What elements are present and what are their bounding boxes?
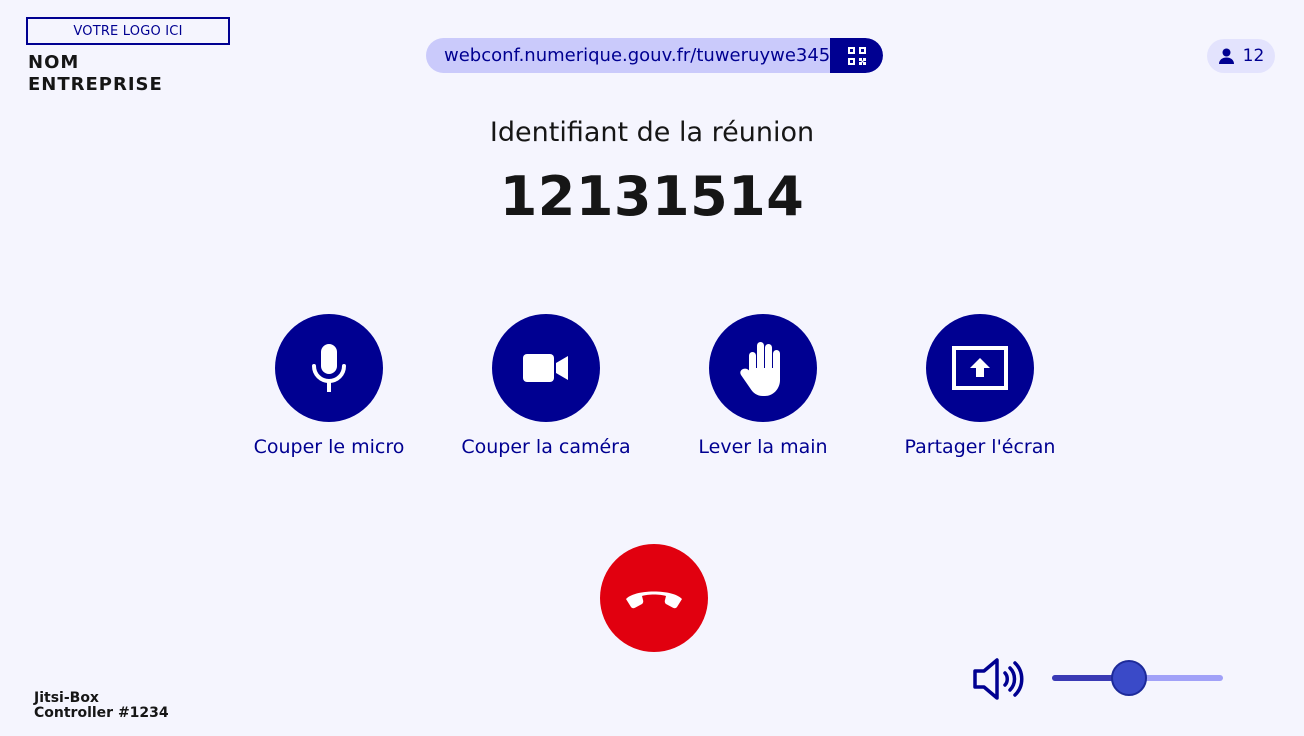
raise-hand-control[interactable]: Lever la main: [653, 314, 873, 458]
meeting-id-label: Identifiant de la réunion: [489, 117, 815, 148]
hang-up-button[interactable]: [600, 544, 708, 652]
share-screen-label: Partager l'écran: [904, 436, 1056, 458]
raise-hand-button[interactable]: [709, 314, 817, 422]
participants-count: 12: [1242, 46, 1265, 66]
meeting-id: 12131514: [499, 165, 805, 228]
raise-hand-icon: [740, 342, 780, 396]
device-controller-id: Controller #1234: [34, 705, 169, 721]
meeting-url-pill[interactable]: webconf.numerique.gouv.fr/tuweruywe345: [426, 38, 883, 73]
volume-slider[interactable]: [1052, 660, 1223, 696]
jitsi-controller-screen: VOTRE LOGO ICI NOM ENTREPRISE webconf.nu…: [0, 0, 1304, 736]
raise-hand-label: Lever la main: [698, 436, 828, 458]
qr-code-button[interactable]: [830, 38, 883, 73]
company-name: NOM ENTREPRISE: [28, 52, 163, 96]
company-name-line1: NOM: [28, 52, 80, 73]
company-name-line2: ENTREPRISE: [28, 74, 163, 95]
share-screen-icon: [952, 346, 1008, 390]
participants-badge[interactable]: 12: [1207, 39, 1275, 73]
mute-camera-label: Couper la caméra: [461, 436, 631, 458]
mute-camera-button[interactable]: [492, 314, 600, 422]
mute-mic-control[interactable]: Couper le micro: [219, 314, 439, 458]
logo-placeholder: VOTRE LOGO ICI: [26, 17, 230, 45]
mute-mic-label: Couper le micro: [253, 436, 405, 458]
qr-code-icon: [847, 46, 866, 65]
share-screen-button[interactable]: [926, 314, 1034, 422]
device-info: Jitsi-Box Controller #1234: [34, 691, 169, 721]
logo-placeholder-text: VOTRE LOGO ICI: [73, 23, 183, 39]
device-name: Jitsi-Box: [34, 690, 99, 706]
person-icon: [1218, 48, 1234, 64]
hang-up-phone-icon: [626, 591, 682, 609]
video-camera-icon: [523, 354, 568, 382]
share-screen-control[interactable]: Partager l'écran: [870, 314, 1090, 458]
mute-mic-button[interactable]: [275, 314, 383, 422]
volume-slider-thumb[interactable]: [1111, 660, 1147, 696]
speaker-volume-icon[interactable]: [972, 656, 1028, 702]
microphone-icon: [312, 344, 346, 392]
mute-camera-control[interactable]: Couper la caméra: [436, 314, 656, 458]
meeting-url[interactable]: webconf.numerique.gouv.fr/tuweruywe345: [426, 45, 830, 66]
